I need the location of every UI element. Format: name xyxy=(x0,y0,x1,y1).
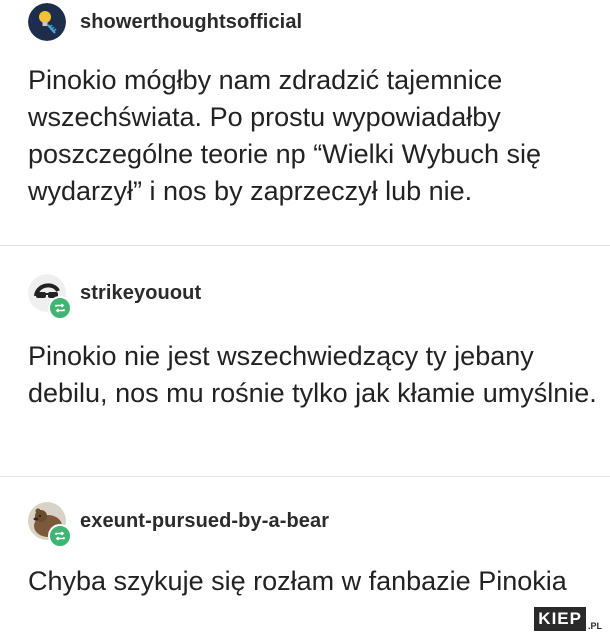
watermark-main: KIEP xyxy=(534,607,586,631)
divider xyxy=(0,476,610,477)
post-header: strikeyouout xyxy=(28,274,201,320)
post-text: Pinokio mógłby nam zdradzić tajemnice ws… xyxy=(28,65,541,206)
username[interactable]: exeunt-pursued-by-a-bear xyxy=(80,510,329,533)
lightbulb-avatar-icon xyxy=(28,3,66,41)
reblog-icon xyxy=(48,524,72,548)
avatar[interactable] xyxy=(28,3,66,41)
username[interactable]: strikeyouout xyxy=(80,282,201,305)
post-text: Chyba szykuje się rozłam w fanbazie Pino… xyxy=(28,566,567,596)
post-header: exeunt-pursued-by-a-bear xyxy=(28,502,329,548)
watermark-sub: .PL xyxy=(587,621,602,631)
divider xyxy=(0,245,610,246)
username[interactable]: showerthoughtsofficial xyxy=(80,11,302,34)
avatar[interactable] xyxy=(28,502,72,548)
watermark-logo: KIEP .PL xyxy=(534,607,602,631)
post-header: showerthoughtsofficial xyxy=(28,3,302,41)
reblog-icon xyxy=(48,296,72,320)
avatar[interactable] xyxy=(28,274,72,320)
post-text: Pinokio nie jest wszechwiedzący ty jeban… xyxy=(28,341,597,408)
